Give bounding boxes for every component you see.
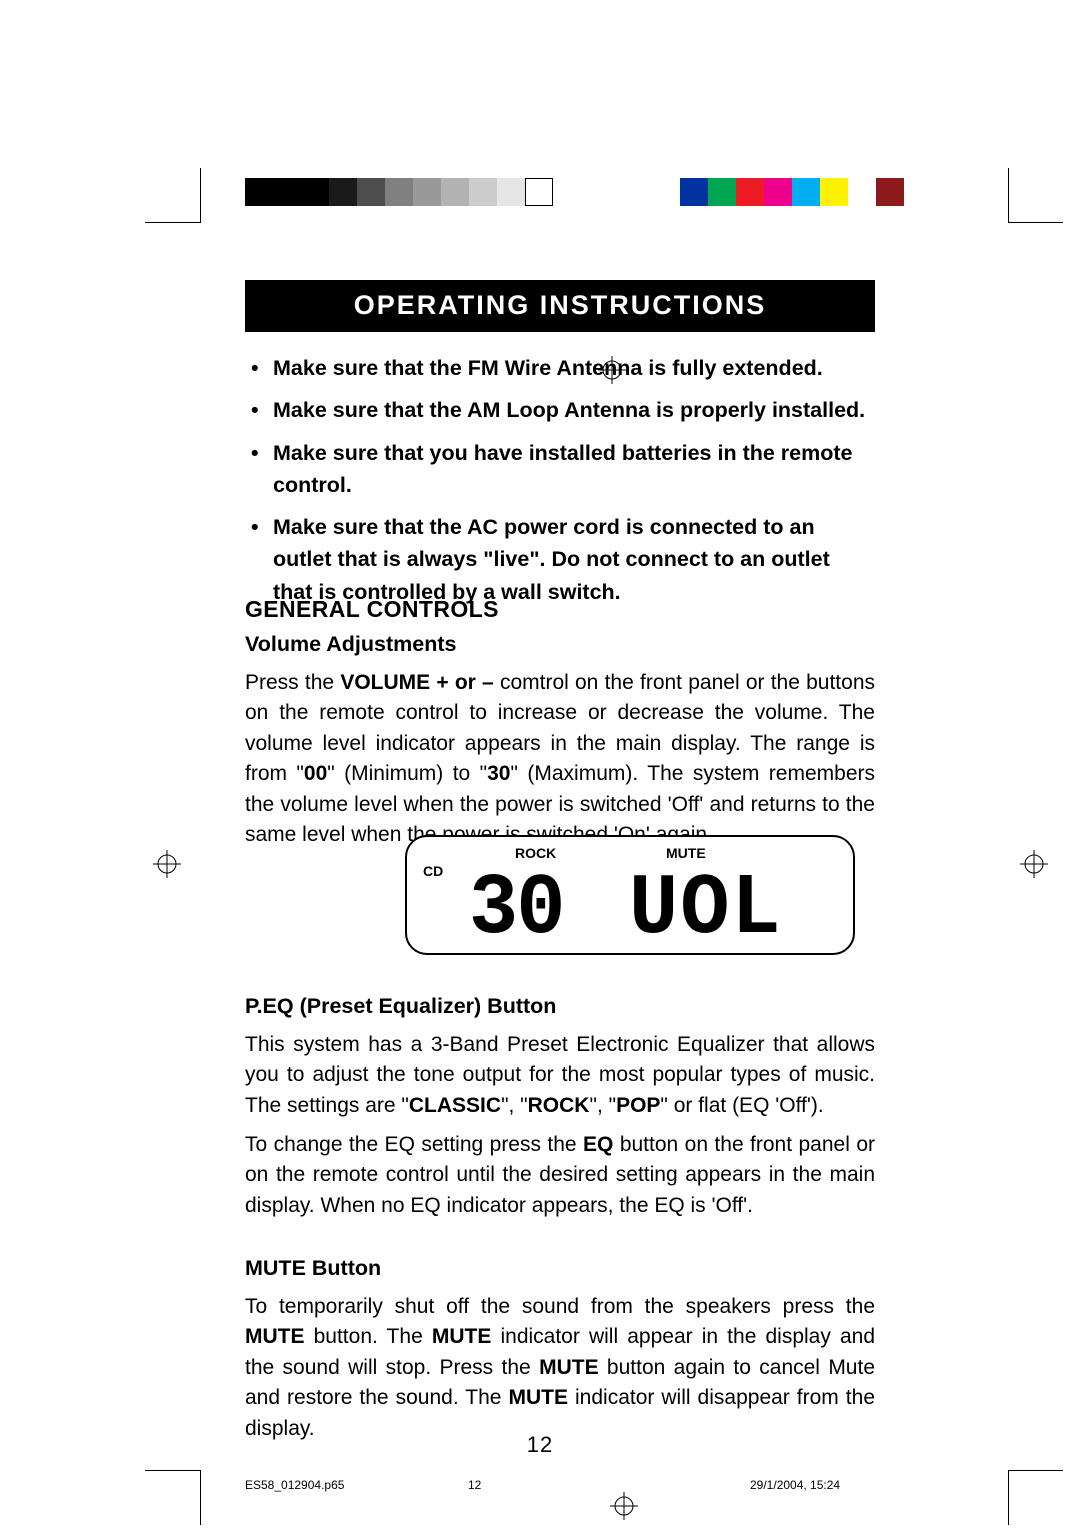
text: To temporarily shut off the sound from t… xyxy=(245,1295,875,1318)
crop-mark xyxy=(1008,222,1063,223)
text-bold: 30 xyxy=(487,762,510,785)
registration-mark-icon xyxy=(610,1492,638,1520)
display-indicator-mute: MUTE xyxy=(666,845,706,861)
text-bold: MUTE xyxy=(539,1356,599,1379)
display-value-vol: UOL xyxy=(629,861,783,959)
swatch xyxy=(357,178,385,206)
swatch xyxy=(792,178,820,206)
swatch xyxy=(385,178,413,206)
text-bold: ROCK xyxy=(528,1094,590,1117)
crop-mark xyxy=(1008,1470,1063,1471)
display-indicator-rock: ROCK xyxy=(515,845,556,861)
swatch xyxy=(764,178,792,206)
footer-page: 12 xyxy=(468,1478,481,1492)
text-bold: 00 xyxy=(304,762,327,785)
text-bold: MUTE xyxy=(245,1325,305,1348)
swatch xyxy=(413,178,441,206)
page-number: 12 xyxy=(0,1432,1080,1458)
text-bold: EQ xyxy=(583,1133,613,1156)
paragraph-peq-2: To change the EQ setting press the EQ bu… xyxy=(245,1130,875,1221)
footer-datetime: 29/1/2004, 15:24 xyxy=(750,1478,840,1492)
registration-mark-icon xyxy=(1020,850,1048,878)
list-item: Make sure that the FM Wire Antenna is fu… xyxy=(245,352,875,384)
list-item: Make sure that the AM Loop Antenna is pr… xyxy=(245,394,875,426)
swatch xyxy=(820,178,848,206)
swatch xyxy=(525,178,553,206)
swatch xyxy=(497,178,525,206)
paragraph-peq-1: This system has a 3-Band Preset Electron… xyxy=(245,1030,875,1121)
text-bold: MUTE xyxy=(509,1386,569,1409)
heading-peq: P.EQ (Preset Equalizer) Button xyxy=(245,994,556,1019)
heading-volume-adjustments: Volume Adjustments xyxy=(245,632,456,657)
crop-mark xyxy=(1008,1470,1009,1525)
text: Press the xyxy=(245,671,340,694)
swatch xyxy=(736,178,764,206)
list-item: Make sure that the AC power cord is conn… xyxy=(245,511,875,608)
display-value-30: 30 xyxy=(469,861,563,959)
swatch xyxy=(708,178,736,206)
crop-mark xyxy=(145,222,200,223)
swatch xyxy=(680,178,708,206)
swatch xyxy=(245,178,329,206)
precaution-list: Make sure that the FM Wire Antenna is fu… xyxy=(245,352,875,618)
text-bold: MUTE xyxy=(432,1325,492,1348)
swatch xyxy=(329,178,357,206)
text: ", " xyxy=(589,1094,616,1117)
paragraph-volume: Press the VOLUME + or – comtrol on the f… xyxy=(245,668,875,851)
heading-general-controls: GENERAL CONTROLS xyxy=(245,596,499,623)
registration-mark-icon xyxy=(153,850,181,878)
paragraph-mute: To temporarily shut off the sound from t… xyxy=(245,1292,875,1444)
display-indicator-cd: CD xyxy=(423,863,443,879)
text: ", " xyxy=(501,1094,528,1117)
text: To change the EQ setting press the xyxy=(245,1133,583,1156)
crop-mark xyxy=(200,1470,201,1525)
text: button. The xyxy=(305,1325,432,1348)
printer-color-bar xyxy=(0,178,1080,206)
crop-mark xyxy=(145,1470,200,1471)
footer-filename: ES58_012904.p65 xyxy=(245,1478,344,1492)
swatch xyxy=(876,178,904,206)
text-bold: POP xyxy=(616,1094,660,1117)
grayscale-swatches xyxy=(245,178,553,206)
lcd-display-figure: CD ROCK MUTE 30 UOL xyxy=(405,835,855,955)
text-bold: CLASSIC xyxy=(409,1094,501,1117)
list-item: Make sure that you have installed batter… xyxy=(245,437,875,502)
heading-mute: MUTE Button xyxy=(245,1256,381,1281)
swatch xyxy=(441,178,469,206)
swatch xyxy=(469,178,497,206)
text: " or flat (EQ 'Off'). xyxy=(660,1094,823,1117)
section-header: OPERATING INSTRUCTIONS xyxy=(245,280,875,332)
text-bold: VOLUME + or – xyxy=(340,671,493,694)
swatch xyxy=(848,178,876,206)
color-swatches xyxy=(680,178,904,206)
text: " (Minimum) to " xyxy=(327,762,487,785)
